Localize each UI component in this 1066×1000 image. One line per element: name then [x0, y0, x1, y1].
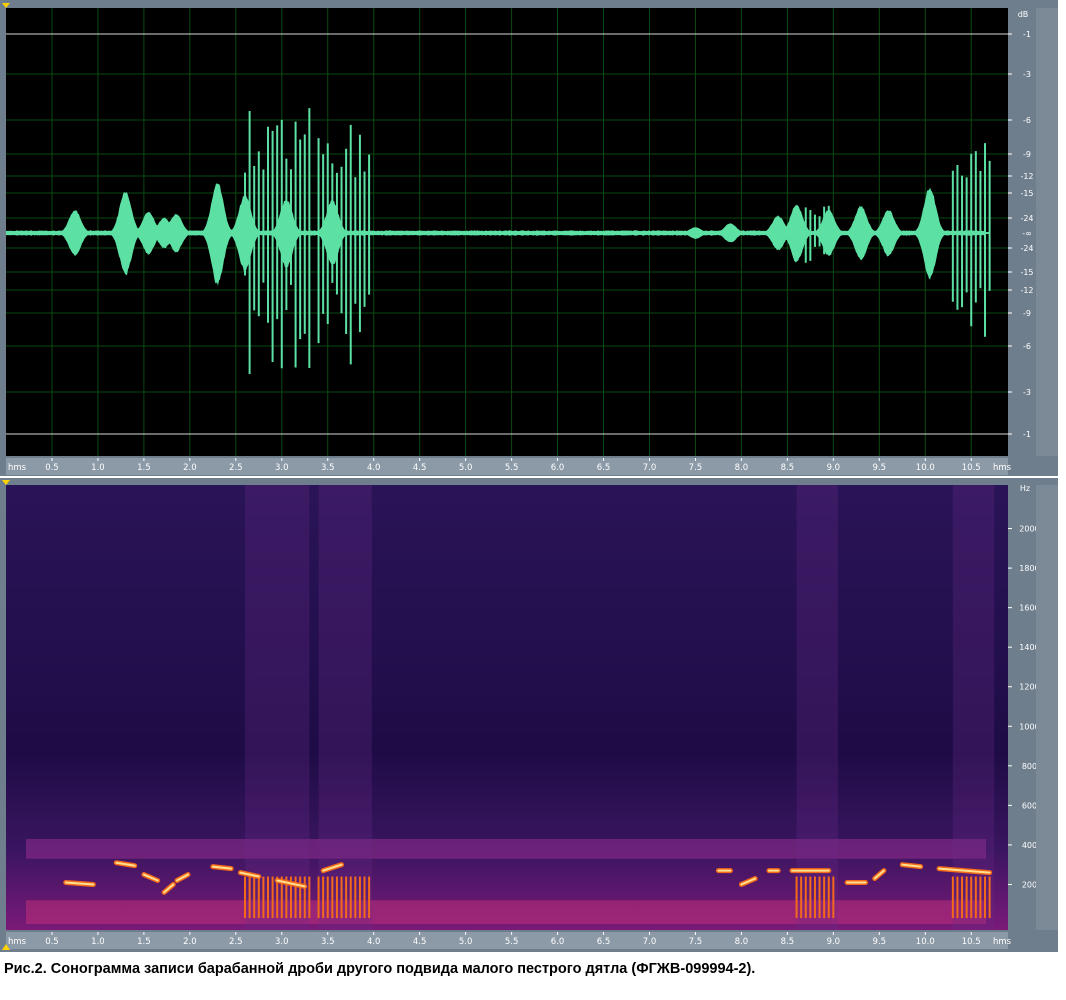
db-tick-label: -12 — [1020, 172, 1033, 181]
hz-scale — [1008, 485, 1036, 930]
time-axis-unit-right: hms — [993, 937, 1012, 947]
time-axis-unit-right: hms — [993, 463, 1012, 473]
spectrogram-side-gutter — [1036, 485, 1058, 930]
time-tick-label: 5.0 — [459, 463, 473, 473]
playhead-marker-icon — [2, 3, 10, 8]
drum-noise-column — [245, 485, 310, 930]
time-tick-label: 1.0 — [91, 937, 105, 947]
time-tick-label: 4.5 — [413, 937, 427, 947]
db-tick-label: -1 — [1023, 430, 1031, 439]
time-tick-label: 6.5 — [597, 463, 611, 473]
time-tick-label: 9.0 — [827, 937, 841, 947]
spectrogram-chart: Hz20000180001600014000120001000080006000… — [2, 480, 1058, 950]
time-tick-label: 2.0 — [183, 463, 197, 473]
time-tick-label: 7.5 — [689, 937, 703, 947]
spectrogram-plot-area — [6, 485, 1008, 930]
low-energy-band — [26, 900, 986, 924]
time-tick-label: 9.5 — [873, 463, 887, 473]
time-tick-label: 8.5 — [781, 463, 795, 473]
time-tick-label: 6.5 — [597, 937, 611, 947]
db-tick-label: -12 — [1020, 286, 1033, 295]
time-tick-label: 4.5 — [413, 463, 427, 473]
drum-noise-column — [952, 485, 995, 930]
time-tick-label: 4.0 — [367, 463, 381, 473]
db-tick-label: -24 — [1020, 244, 1033, 253]
db-tick-label: -9 — [1023, 309, 1031, 318]
waveform-panel: dB -1 -3 -6 -9 -12 -15 -24 -∞ -24 -15 -12 -9 -6 -3 -1 hm… — [0, 0, 1058, 476]
time-tick-label: 2.5 — [229, 463, 243, 473]
time-tick-label: 8.0 — [735, 463, 749, 473]
hz-unit-label: Hz — [1020, 484, 1030, 493]
drum-roll-stripes-4 — [951, 876, 991, 919]
time-tick-label: 3.0 — [275, 463, 289, 473]
time-tick-label: 2.5 — [229, 937, 243, 947]
time-tick-label: 10.5 — [962, 937, 981, 947]
drum-roll-stripes-3 — [795, 876, 835, 919]
db-tick-label: -15 — [1020, 189, 1033, 198]
harmonic-band — [26, 838, 986, 859]
time-tick-label: 0.5 — [45, 463, 59, 473]
db-tick-label: -3 — [1023, 70, 1031, 79]
db-tick-label: -15 — [1020, 268, 1033, 277]
time-tick-label: 1.0 — [91, 463, 105, 473]
time-tick-label: 6.0 — [551, 463, 565, 473]
time-axis-unit-left: hms — [8, 463, 27, 473]
time-tick-label: 4.0 — [367, 937, 381, 947]
time-tick-label: 10.0 — [916, 937, 935, 947]
spectrogram-panel: Hz 20000 18000 16000 14000 12000 10000 8000 6000… — [0, 478, 1058, 952]
time-tick-label: 1.5 — [137, 463, 151, 473]
time-tick-label: 7.0 — [643, 463, 657, 473]
time-tick-label: 5.0 — [459, 937, 473, 947]
time-tick-label: 8.0 — [735, 937, 749, 947]
time-tick-label: 3.5 — [321, 463, 335, 473]
time-tick-label: 8.5 — [781, 937, 795, 947]
time-tick-label: 6.0 — [551, 937, 565, 947]
drum-roll-4 — [951, 143, 991, 337]
time-tick-label: 7.0 — [643, 937, 657, 947]
waveform-chart: dB -1 -3 -6 -9 -12 -15 -24 -∞ -24 -15 -12 -9 -6 -3 -1 hm… — [2, 3, 1058, 475]
time-tick-label: 10.0 — [916, 463, 935, 473]
time-tick-label: 2.0 — [183, 937, 197, 947]
db-tick-label: -3 — [1023, 388, 1031, 397]
db-tick-label: -6 — [1023, 116, 1031, 125]
time-tick-label: 5.5 — [505, 937, 519, 947]
figure-caption: Рис.2. Сонограмма записи барабанной дроб… — [4, 961, 756, 977]
db-tick-label: -6 — [1023, 342, 1031, 351]
playhead-marker-top-icon — [2, 480, 10, 485]
drum-noise-column — [318, 485, 372, 930]
time-tick-label: 10.5 — [962, 463, 981, 473]
db-center-label: -∞ — [1022, 229, 1032, 238]
db-tick-label: -1 — [1023, 30, 1031, 39]
db-tick-label: -9 — [1023, 150, 1031, 159]
time-tick-label: 9.0 — [827, 463, 841, 473]
time-tick-label: 3.5 — [321, 937, 335, 947]
time-tick-label: 3.0 — [275, 937, 289, 947]
time-tick-label: 5.5 — [505, 463, 519, 473]
time-tick-label: 7.5 — [689, 463, 703, 473]
time-tick-label: 1.5 — [137, 937, 151, 947]
db-tick-label: -24 — [1020, 214, 1033, 223]
time-axis-unit-left: hms — [8, 937, 27, 947]
time-tick-label: 0.5 — [45, 937, 59, 947]
drum-noise-column — [796, 485, 838, 930]
time-tick-label: 9.5 — [873, 937, 887, 947]
db-unit-label: dB — [1018, 10, 1029, 19]
waveform-side-gutter — [1036, 8, 1058, 456]
